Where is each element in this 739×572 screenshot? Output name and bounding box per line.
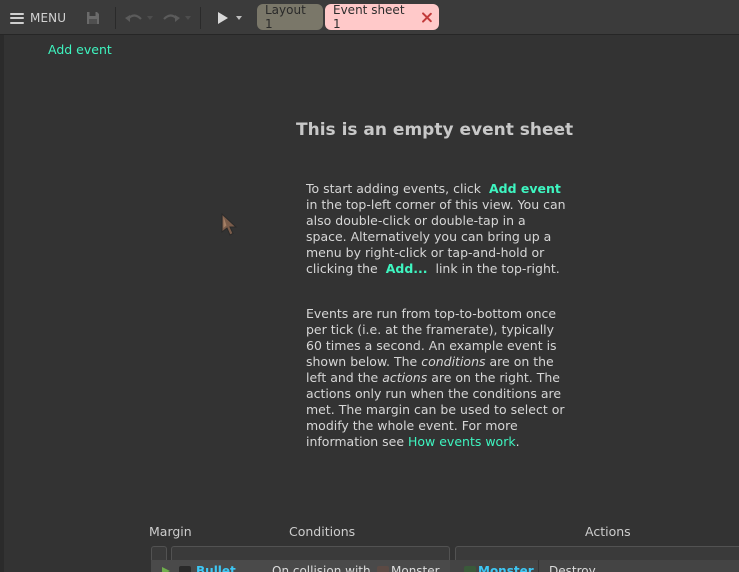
menu-label: MENU [30,11,67,25]
example-event-margin[interactable] [151,546,167,560]
condition-text: On collision with [272,564,371,572]
tab-layout-1[interactable]: Layout 1 [257,3,323,31]
action-object-name: Monster [478,564,534,572]
hamburger-icon [10,12,24,24]
left-edge [0,35,4,572]
condition-target-name: Monster [391,564,440,572]
monster-object-icon [377,566,389,572]
add-event-inline-link[interactable]: Add event [489,181,561,196]
close-icon[interactable] [421,12,431,23]
preview-dropdown-icon[interactable] [235,14,243,22]
mouse-cursor-icon [221,212,238,236]
tab-event-sheet-1[interactable]: Event sheet 1 [325,3,439,31]
help-emphasis: actions [382,370,428,385]
save-button[interactable] [83,9,103,27]
action-text: Destroy [549,564,596,572]
undo-button[interactable] [123,9,145,27]
play-icon [218,12,228,24]
bullet-object-icon [179,566,191,572]
conditions-header: Conditions [289,524,356,539]
undo-icon [125,14,142,22]
undo-dropdown-icon[interactable] [146,14,154,22]
example-conditions-box[interactable] [171,546,450,560]
help-paragraph-1: To start adding events, click Add event … [306,181,568,277]
menu-button[interactable]: MENU [4,7,72,29]
empty-sheet-title: This is an empty event sheet [296,120,574,140]
help-text: To start adding events, click [306,181,482,196]
redo-dropdown-icon[interactable] [184,14,192,22]
toolbar: MENU Layout 1 Event sheet 1 [0,0,739,35]
tab-label: Event sheet 1 [333,3,405,31]
add-inline-link[interactable]: Add... [386,261,428,276]
actions-header: Actions [585,524,631,539]
condition-arrow-icon [162,567,170,572]
tab-label: Layout 1 [265,3,306,31]
app-window: MENU Layout 1 Event sheet 1 Add event Th… [0,0,739,572]
margin-header: Margin [149,524,192,539]
action-divider [538,560,539,572]
toolbar-separator [115,7,116,29]
condition-object-name: Bullet [196,564,236,572]
redo-button[interactable] [160,9,182,27]
toolbar-separator [200,7,201,29]
redo-icon [163,14,180,22]
help-paragraph-2: Events are run from top-to-bottom once p… [306,306,568,450]
save-icon [87,12,99,24]
monster-action-icon [464,566,476,572]
help-emphasis: conditions [421,354,486,369]
help-text: . [515,434,520,449]
example-event-row[interactable]: Bullet On collision with Monster Monster… [151,560,739,572]
preview-button[interactable] [213,9,233,27]
example-actions-box[interactable] [455,546,739,560]
how-events-work-link[interactable]: How events work [408,434,516,449]
help-text: link in the top-right. [435,261,560,276]
add-event-link[interactable]: Add event [48,42,112,57]
